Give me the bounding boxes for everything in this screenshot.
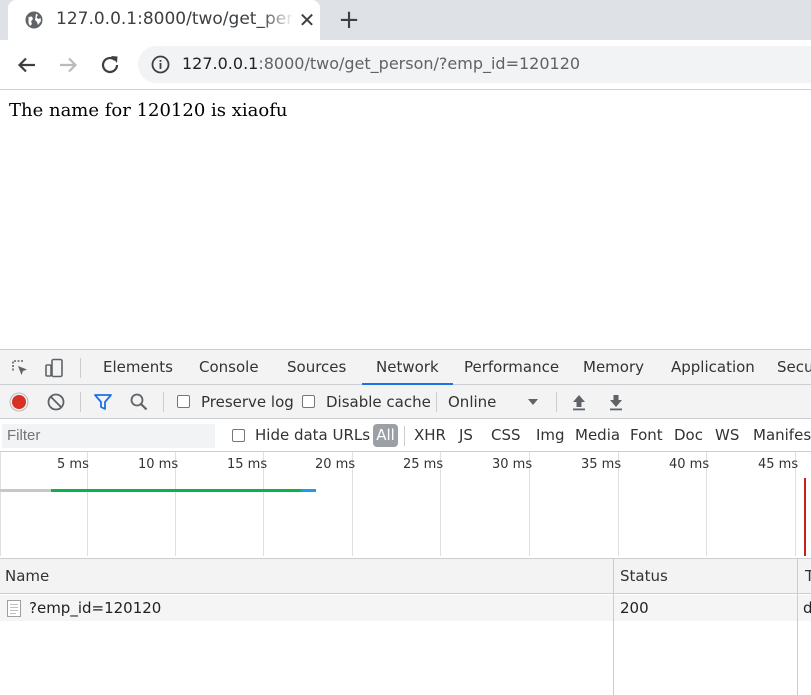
divider — [163, 392, 164, 412]
filter-icon[interactable] — [93, 392, 113, 412]
url-host: 127.0.0.1 — [182, 54, 259, 73]
tab-memory[interactable]: Memory — [583, 350, 644, 384]
url-text: 127.0.0.1:8000/two/get_person/?emp_id=12… — [182, 54, 580, 73]
preserve-log-label: Preserve log — [201, 393, 294, 411]
forward-arrow-icon[interactable] — [55, 52, 81, 78]
network-overview-timeline[interactable]: 5 ms 10 ms 15 ms 20 ms 25 ms 30 ms 35 ms… — [0, 452, 811, 559]
back-arrow-icon[interactable] — [14, 52, 40, 78]
tab-security[interactable]: Secu — [777, 350, 811, 384]
throttling-value: Online — [448, 393, 497, 411]
timeline-tick-label: 35 ms — [581, 457, 622, 472]
request-download-bar — [51, 489, 301, 492]
url-path: :8000/two/get_person/?emp_id=120120 — [258, 54, 581, 73]
filter-type-css[interactable]: CSS — [491, 419, 521, 452]
network-filter-bar: Hide data URLs All XHR JS CSS Img Media … — [0, 419, 811, 452]
column-divider[interactable] — [613, 559, 614, 695]
page-response-text: The name for 120120 is xiaofu — [9, 100, 288, 121]
filter-type-all[interactable]: All — [373, 424, 398, 447]
timeline-tick-label: 20 ms — [315, 457, 356, 472]
tab-sources[interactable]: Sources — [287, 350, 346, 384]
timeline-tick-label: 45 ms — [758, 457, 799, 472]
filter-type-img[interactable]: Img — [536, 419, 565, 452]
column-header-status[interactable]: Status — [620, 559, 668, 594]
reload-icon[interactable] — [97, 52, 123, 78]
divider — [80, 358, 81, 378]
device-toolbar-icon[interactable] — [44, 358, 64, 378]
divider — [556, 392, 557, 412]
preserve-log-checkbox[interactable] — [177, 395, 190, 408]
divider — [436, 392, 437, 412]
requests-table-header: Name Status T — [0, 559, 811, 594]
tab-console[interactable]: Console — [199, 350, 259, 384]
timeline-tick-label: 40 ms — [669, 457, 710, 472]
network-controls: Preserve log Disable cache Online — [0, 385, 811, 419]
hide-data-urls-checkbox[interactable] — [232, 429, 245, 442]
tab-network[interactable]: Network — [362, 350, 453, 385]
timeline-tick-label: 15 ms — [227, 457, 268, 472]
request-type: d — [803, 599, 811, 617]
hide-data-urls-label: Hide data URLs — [255, 426, 371, 444]
column-divider[interactable] — [797, 559, 798, 695]
disable-cache-label: Disable cache — [326, 393, 431, 411]
column-header-type[interactable]: T — [805, 559, 811, 594]
tab-title: 127.0.0.1:8000/two/get_person/ — [56, 9, 292, 29]
table-row[interactable]: ?emp_id=120120 200 d — [0, 595, 811, 621]
timeline-gridline — [0, 452, 1, 556]
request-name: ?emp_id=120120 — [29, 599, 162, 617]
divider — [404, 426, 405, 446]
address-bar[interactable]: 127.0.0.1:8000/two/get_person/?emp_id=12… — [138, 46, 811, 83]
record-icon[interactable] — [9, 392, 29, 412]
divider — [80, 392, 81, 412]
devtools-panel: Elements Console Sources Network Perform… — [0, 349, 811, 695]
load-event-line — [804, 478, 806, 556]
filter-type-doc[interactable]: Doc — [674, 419, 703, 452]
search-icon[interactable] — [129, 392, 149, 412]
tab-performance[interactable]: Performance — [464, 350, 559, 384]
filter-input[interactable] — [2, 424, 215, 448]
filter-type-media[interactable]: Media — [575, 419, 620, 452]
request-content-bar — [301, 489, 316, 492]
clear-icon[interactable] — [46, 392, 66, 412]
import-har-icon[interactable] — [569, 392, 589, 412]
request-status: 200 — [620, 599, 649, 617]
tab-strip: 127.0.0.1:8000/two/get_person/ ✕ + — [0, 0, 811, 40]
request-waiting-bar — [0, 489, 51, 492]
new-tab-button[interactable]: + — [335, 6, 363, 34]
disable-cache-checkbox[interactable] — [302, 395, 315, 408]
filter-type-ws[interactable]: WS — [715, 419, 739, 452]
chevron-down-icon — [528, 399, 538, 405]
filter-type-xhr[interactable]: XHR — [414, 419, 446, 452]
filter-type-js[interactable]: JS — [459, 419, 473, 452]
filter-type-font[interactable]: Font — [630, 419, 663, 452]
tab-elements[interactable]: Elements — [103, 350, 173, 384]
tab-title-fade — [262, 6, 294, 34]
close-tab-icon[interactable]: ✕ — [295, 8, 319, 32]
timeline-tick-label: 25 ms — [403, 457, 444, 472]
globe-icon — [25, 11, 43, 29]
document-icon — [7, 600, 21, 617]
export-har-icon[interactable] — [606, 392, 626, 412]
tab-application[interactable]: Application — [671, 350, 755, 384]
browser-toolbar: 127.0.0.1:8000/two/get_person/?emp_id=12… — [0, 40, 811, 90]
filter-type-manifest[interactable]: Manifest — [753, 419, 811, 452]
browser-tab[interactable]: 127.0.0.1:8000/two/get_person/ ✕ — [8, 0, 320, 40]
timeline-tick-label: 10 ms — [138, 457, 179, 472]
column-header-name[interactable]: Name — [5, 559, 49, 594]
inspect-element-icon[interactable] — [10, 358, 30, 378]
info-icon[interactable] — [151, 55, 170, 74]
devtools-tab-bar: Elements Console Sources Network Perform… — [0, 350, 811, 385]
timeline-tick-label: 30 ms — [492, 457, 533, 472]
timeline-tick-label: 5 ms — [57, 457, 89, 472]
